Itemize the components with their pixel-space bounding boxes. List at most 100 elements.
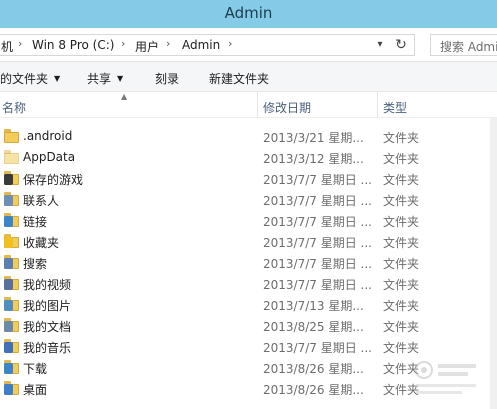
file-row[interactable]: 链接 2013/7/7 星期日 ... 文件夹 [0, 210, 497, 231]
saved-games-folder-icon [4, 171, 19, 185]
hidden-folder-icon [4, 150, 19, 164]
file-name: 我的音乐 [23, 341, 72, 355]
music-folder-icon [4, 339, 19, 353]
search-input[interactable]: 搜索 Admin [430, 34, 497, 56]
title-bar: Admin [0, 0, 497, 28]
downloads-folder-icon [4, 360, 19, 374]
folder-badge-shape [4, 237, 13, 248]
file-date-modified: 2013/8/26 星期... [263, 383, 364, 397]
column-date-modified[interactable]: 修改日期 [263, 99, 311, 116]
file-date-modified: 2013/7/7 星期日 ... [263, 236, 372, 250]
file-date-modified: 2013/7/7 星期日 ... [263, 257, 372, 271]
share-label: 共享 [87, 72, 112, 86]
file-date-modified: 2013/7/7 星期日 ... [263, 194, 372, 208]
folder-icon [4, 129, 19, 143]
favorites-folder-icon [4, 234, 19, 248]
breadcrumb-separator-icon[interactable]: › [121, 37, 125, 50]
breadcrumb-admin[interactable]: Admin [182, 38, 220, 52]
include-in-library-button[interactable]: 的文件夹 ▼ [0, 70, 60, 87]
chevron-down-icon: ▼ [54, 74, 61, 83]
file-row[interactable]: 我的文档 2013/8/25 星期... 文件夹 [0, 315, 497, 336]
file-date-modified: 2013/3/12 星期... [263, 152, 364, 166]
file-type: 文件夹 [383, 194, 420, 208]
file-row[interactable]: 我的视频 2013/7/7 星期日 ... 文件夹 [0, 273, 497, 294]
window-title: Admin [224, 4, 273, 22]
column-divider[interactable] [257, 92, 258, 118]
file-type: 文件夹 [383, 257, 420, 271]
file-date-modified: 2013/7/7 星期日 ... [263, 173, 372, 187]
file-name: 我的视频 [23, 278, 72, 292]
file-date-modified: 2013/3/21 星期... [263, 131, 364, 145]
file-type: 文件夹 [383, 152, 420, 166]
file-row[interactable]: 我的音乐 2013/7/7 星期日 ... 文件夹 [0, 336, 497, 357]
file-date-modified: 2013/7/7 星期日 ... [263, 278, 372, 292]
file-name: AppData [23, 150, 76, 164]
refresh-icon[interactable]: ↻ [391, 36, 411, 54]
file-row[interactable]: 我的图片 2013/7/13 星期... 文件夹 [0, 294, 497, 315]
file-row[interactable]: 收藏夹 2013/7/7 星期日 ... 文件夹 [0, 231, 497, 252]
file-name: 我的文档 [23, 320, 72, 334]
chevron-down-icon: ▼ [117, 74, 124, 83]
new-folder-button[interactable]: 新建文件夹 [209, 70, 269, 87]
file-name: 搜索 [23, 257, 48, 271]
folder-badge-shape [4, 279, 13, 290]
file-name: 下载 [23, 362, 48, 376]
folder-badge-shape [4, 363, 13, 374]
file-date-modified: 2013/7/7 星期日 ... [263, 341, 372, 355]
breadcrumb-separator-icon[interactable]: › [166, 37, 170, 50]
searches-folder-icon [4, 255, 19, 269]
file-row[interactable]: 联系人 2013/7/7 星期日 ... 文件夹 [0, 189, 497, 210]
include-in-library-label: 的文件夹 [0, 72, 49, 86]
file-name: 我的图片 [23, 299, 72, 313]
breadcrumb-computer[interactable]: 机 [1, 38, 13, 55]
address-box[interactable]: 机 › Win 8 Pro (C:) › 用户 › Admin › ▾ ↻ [0, 34, 415, 56]
vertical-scrollbar[interactable] [490, 118, 497, 409]
file-date-modified: 2013/8/26 星期... [263, 362, 364, 376]
file-row[interactable]: .android 2013/3/21 星期... 文件夹 [0, 126, 497, 147]
contacts-folder-icon [4, 192, 19, 206]
file-date-modified: 2013/8/25 星期... [263, 320, 364, 334]
file-name: 桌面 [23, 383, 48, 397]
folder-badge-shape [4, 321, 13, 332]
folder-body-shape [4, 132, 19, 143]
share-button[interactable]: 共享 ▼ [87, 70, 123, 87]
file-type: 文件夹 [383, 236, 420, 250]
folder-body-shape [4, 153, 19, 164]
breadcrumb-separator-icon[interactable]: › [18, 37, 22, 50]
file-row[interactable]: AppData 2013/3/12 星期... 文件夹 [0, 147, 497, 168]
file-name: 链接 [23, 215, 48, 229]
documents-folder-icon [4, 318, 19, 332]
file-row[interactable]: 搜索 2013/7/7 星期日 ... 文件夹 [0, 252, 497, 273]
column-name[interactable]: 名称 [2, 99, 26, 116]
folder-badge-shape [4, 258, 13, 269]
file-type: 文件夹 [383, 320, 420, 334]
folder-badge-shape [4, 195, 13, 206]
folder-badge-shape [4, 384, 13, 395]
file-type: 文件夹 [383, 341, 420, 355]
file-row[interactable]: 保存的游戏 2013/7/7 星期日 ... 文件夹 [0, 168, 497, 189]
folder-badge-shape [4, 300, 13, 311]
column-header: ▲ 名称 修改日期 类型 [0, 92, 497, 118]
file-name: 收藏夹 [23, 236, 60, 250]
file-name: 联系人 [23, 194, 60, 208]
address-bar: 机 › Win 8 Pro (C:) › 用户 › Admin › ▾ ↻ 搜索… [0, 28, 497, 62]
file-type: 文件夹 [383, 278, 420, 292]
chevron-down-icon[interactable]: ▾ [372, 37, 388, 53]
file-type: 文件夹 [383, 131, 420, 145]
breadcrumb-separator-icon[interactable]: › [228, 37, 232, 50]
file-name: 保存的游戏 [23, 173, 84, 187]
links-folder-icon [4, 213, 19, 227]
burn-button[interactable]: 刻录 [155, 70, 179, 87]
search-placeholder: 搜索 Admin [440, 40, 497, 54]
file-date-modified: 2013/7/7 星期日 ... [263, 215, 372, 229]
column-type[interactable]: 类型 [383, 99, 407, 116]
file-type: 文件夹 [383, 299, 420, 313]
column-divider[interactable] [377, 92, 378, 118]
breadcrumb-users[interactable]: 用户 [135, 38, 159, 55]
folder-badge-shape [4, 174, 13, 185]
breadcrumb-drive[interactable]: Win 8 Pro (C:) [32, 38, 114, 52]
videos-folder-icon [4, 276, 19, 290]
watermark-logo-icon [415, 361, 476, 394]
folder-badge-shape [4, 342, 13, 353]
desktop-folder-icon [4, 381, 19, 395]
